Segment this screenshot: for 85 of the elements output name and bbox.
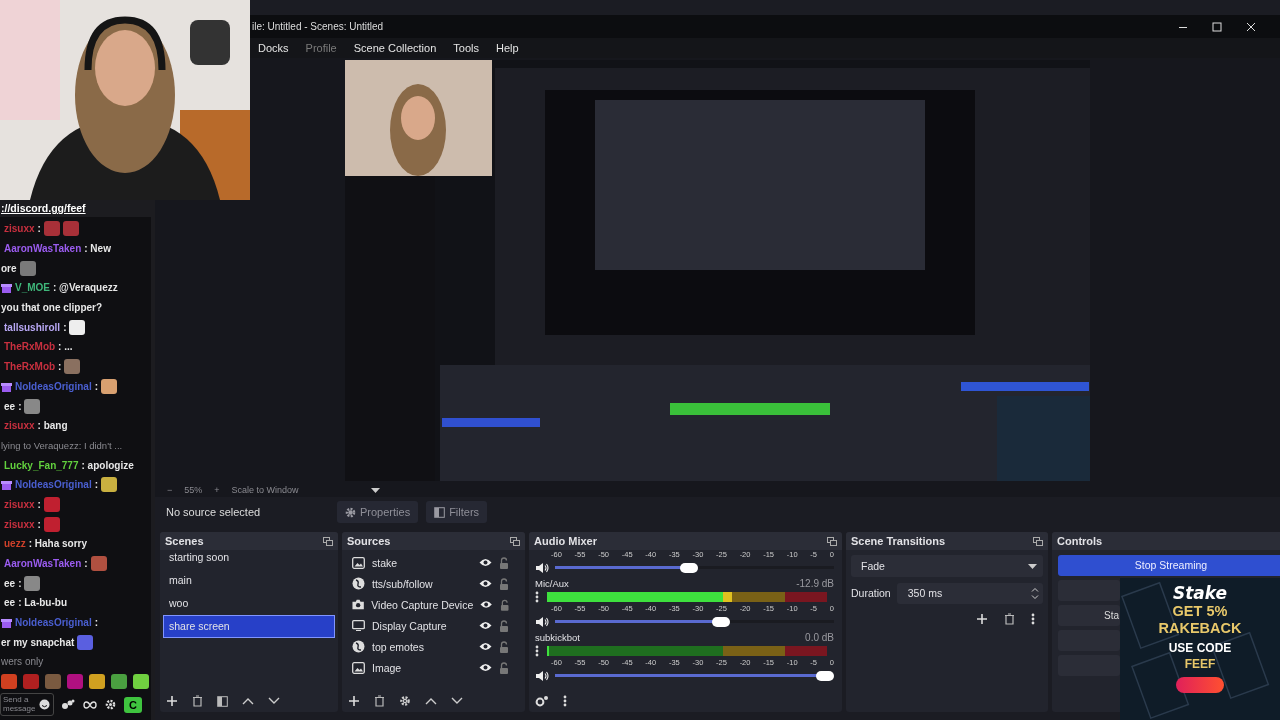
chat-username: zisuxx [4, 420, 35, 432]
filters-button[interactable]: Filters [426, 501, 488, 523]
chat-username: zisuxx [4, 223, 35, 235]
ad-logo: Stake [1172, 583, 1228, 603]
menu-item[interactable]: Docks [258, 42, 289, 54]
chat-message: er my snapchat [1, 636, 75, 648]
volume-reading: -12.9 dB [796, 578, 834, 589]
chat-input[interactable]: Send a message [0, 693, 54, 716]
chat-button[interactable]: C [124, 696, 142, 713]
chat-message: : [63, 321, 67, 333]
source-item[interactable]: top emotes [372, 640, 472, 653]
chat-message: you that one clipper? [1, 302, 103, 314]
chat-username: AaronWasTaken [4, 558, 82, 570]
chat-message: : [94, 380, 99, 392]
zoom-in-button[interactable]: + [214, 485, 220, 495]
source-item[interactable]: Video Capture Device [371, 598, 474, 611]
chat-username: V_MOE [15, 282, 50, 294]
reply-text: lying to Veraquezz: I didn't ... [1, 439, 123, 451]
duration-field[interactable]: 350 ms [896, 582, 1043, 604]
chat-message: : bang [37, 420, 68, 432]
menu-item[interactable]: Help [496, 42, 519, 54]
chat-username: AaronWasTaken [4, 243, 82, 255]
stream-button[interactable]: Stop Streaming [1058, 555, 1280, 576]
chat-username: tallsushiroll [4, 321, 61, 333]
chat-username: TheRxMob [4, 341, 56, 353]
chat-message: : New [84, 243, 111, 255]
channel-name: subkickbot [535, 632, 580, 643]
chat-message: : [58, 361, 62, 373]
source-item[interactable]: Display Capture [372, 619, 472, 632]
chat-username: ee [4, 597, 16, 609]
control-button[interactable]: Sta [1058, 605, 1120, 626]
chat-message: : [18, 400, 22, 412]
zoom-out-button[interactable]: − [167, 485, 173, 495]
chat-username: NoIdeasOriginal [15, 617, 92, 629]
dock-title: Scene Transitions [851, 535, 946, 547]
chat-message: : Haha sorry [28, 538, 88, 550]
source-item[interactable]: Image [372, 661, 472, 674]
chat-message: : [18, 577, 22, 589]
chat-username: uezz [4, 538, 26, 550]
chat-message: : apologize [81, 459, 134, 471]
chat-message: : [37, 518, 41, 530]
properties-button[interactable]: Properties [337, 501, 419, 523]
ad-headline: GET 5% [1172, 603, 1228, 620]
chat-message: : [94, 617, 99, 629]
volume-reading: 0.0 dB [805, 632, 834, 643]
chat-username: TheRxMob [4, 361, 56, 373]
source-item[interactable]: tts/sub/follow [372, 577, 472, 590]
dock-title: Audio Mixer [534, 535, 597, 547]
duration-label: Duration [851, 587, 891, 599]
chat-message: : @Veraquezz [53, 282, 118, 294]
chat-message: : La-bu-bu [18, 597, 67, 609]
scene-item[interactable]: share screen [163, 615, 335, 638]
scene-item[interactable]: woo [163, 592, 335, 615]
scene-item[interactable]: main [163, 569, 335, 592]
chat-message: : [37, 498, 41, 510]
menu-item[interactable]: Scene Collection [353, 42, 437, 54]
chat-notice: wers only [1, 656, 44, 668]
chat-username: NoIdeasOriginal [15, 479, 92, 491]
scale-mode-dropdown[interactable]: Scale to Window [231, 485, 299, 495]
chat-message: : [37, 223, 41, 235]
dock-title: Scenes [165, 535, 204, 547]
chat-username: zisuxx [4, 518, 35, 530]
ad-headline: RAKEBACK [1158, 620, 1242, 637]
chat-message: : ... [58, 341, 73, 353]
chat-message: ore [1, 262, 17, 274]
transition-dropdown[interactable]: Fade [851, 555, 1043, 577]
chat-username: NoIdeasOriginal [15, 380, 92, 392]
dock-title: Sources [347, 535, 391, 547]
ad-text: USE CODE [1168, 641, 1232, 655]
promo-code: FEEF [1184, 657, 1216, 671]
chat-message: : [84, 558, 88, 570]
chat-username: Lucky_Fan_777 [4, 459, 79, 471]
channel-name: Mic/Aux [535, 578, 569, 589]
menu-item[interactable]: Tools [453, 42, 479, 54]
window-title: ile: Untitled - Scenes: Untitled [252, 21, 384, 32]
zoom-level: 55% [184, 485, 203, 495]
status-text: No source selected [166, 506, 262, 518]
chat-message: : [94, 479, 99, 491]
chat-username: zisuxx [4, 498, 35, 510]
discord-link[interactable]: ://discord.gg/feef [0, 200, 151, 217]
source-item[interactable]: stake [372, 556, 472, 569]
chat-username: ee [4, 400, 16, 412]
chat-username: ee [4, 577, 16, 589]
dock-title: Controls [1057, 535, 1103, 547]
scene-item[interactable]: starting soon [163, 546, 335, 569]
